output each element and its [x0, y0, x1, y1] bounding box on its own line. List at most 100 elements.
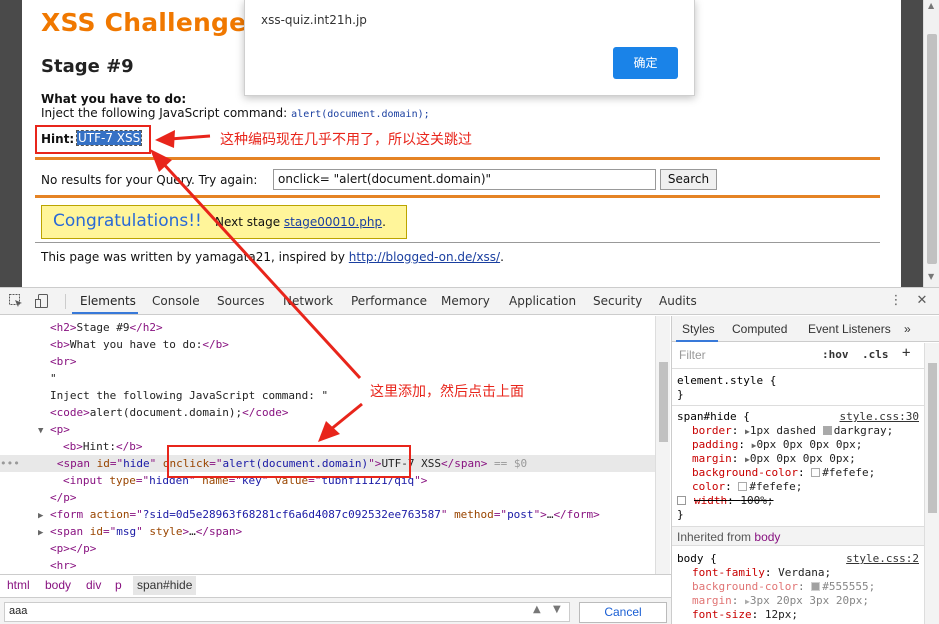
cls-toggle[interactable]: .cls	[862, 348, 889, 361]
css-prop-padding[interactable]: padding: ▶0px 0px 0px 0px;	[692, 438, 862, 452]
rule-span-hide[interactable]: span#hide {style.css:30	[677, 410, 923, 424]
device-toolbar-icon[interactable]	[34, 293, 50, 309]
rule-body[interactable]: body {style.css:2	[677, 552, 923, 566]
color-swatch[interactable]	[811, 582, 821, 591]
divider	[35, 157, 880, 160]
active-tab-indicator	[72, 312, 138, 314]
tree-node-br[interactable]: <br>	[50, 353, 671, 370]
expand-arrow-icon[interactable]: ▶	[38, 511, 43, 521]
tab-performance[interactable]: Performance	[351, 294, 427, 308]
breadcrumb-html[interactable]: html	[7, 578, 30, 592]
find-cancel-button[interactable]: Cancel	[579, 602, 667, 623]
tree-node-text[interactable]: "	[50, 370, 671, 387]
inherited-from-body[interactable]: body	[754, 530, 780, 544]
tree-node-hr[interactable]: <hr>	[50, 557, 671, 574]
css-prop-margin[interactable]: margin: ▶3px 20px 3px 20px;	[692, 594, 869, 608]
tab-sources[interactable]: Sources	[217, 294, 264, 308]
tree-node-p-close[interactable]: </p>	[50, 489, 671, 506]
scroll-up-icon[interactable]: ▲	[928, 2, 934, 10]
css-prop-color[interactable]: color: #fefefe;	[692, 480, 802, 494]
footer-link[interactable]: http://blogged-on.de/xss/	[349, 250, 500, 264]
rule-source-link[interactable]: style.css:30	[840, 410, 919, 424]
styles-pane: Styles Computed Event Listeners » Filter…	[671, 316, 939, 624]
tab-elements[interactable]: Elements	[80, 294, 136, 308]
scrollbar-thumb[interactable]	[659, 362, 668, 442]
rule-close: }	[677, 508, 684, 521]
tree-node-code[interactable]: <code>alert(document.domain);</code>	[50, 404, 671, 421]
tab-memory[interactable]: Memory	[441, 294, 490, 308]
page-scrollbar[interactable]: ▲ ▼	[923, 0, 939, 287]
congrats-box: Congratulations!! Next stage stage00010.…	[41, 205, 407, 239]
add-rule-icon[interactable]: +	[902, 345, 910, 361]
styles-filter-input[interactable]: Filter	[676, 347, 811, 365]
breadcrumb-div[interactable]: div	[86, 578, 101, 592]
inherited-header: Inherited from body	[672, 526, 939, 546]
scroll-down-icon[interactable]: ▼	[928, 273, 934, 281]
collapse-arrow-icon[interactable]: ▼	[38, 426, 43, 436]
rule-source-link[interactable]: style.css:2	[846, 552, 919, 566]
annotation-hint-note: 这种编码现在几乎不用了，所以这关跳过	[220, 132, 472, 148]
devtools-tabbar: Elements Console Sources Network Perform…	[0, 288, 939, 315]
css-prop-background-color[interactable]: background-color: #fefefe;	[692, 466, 875, 480]
next-stage-link[interactable]: stage00010.php	[284, 215, 382, 229]
hint-value: UTF-7 XSS	[75, 130, 143, 146]
tab-styles[interactable]: Styles	[682, 322, 715, 336]
tree-node-b[interactable]: <b>What you have to do:</b>	[50, 336, 671, 353]
inspect-icon[interactable]	[8, 293, 24, 309]
alert-ok-button[interactable]: 确定	[613, 47, 678, 79]
css-prop-width[interactable]: width: 100%;	[677, 494, 774, 508]
tab-audits[interactable]: Audits	[659, 294, 697, 308]
tab-console[interactable]: Console	[152, 294, 200, 308]
styles-scrollbar[interactable]	[924, 343, 939, 624]
search-button[interactable]: Search	[660, 169, 717, 190]
active-tab-indicator	[676, 340, 718, 342]
element-style-rule[interactable]: element.style {	[677, 374, 776, 388]
tree-node-h2[interactable]: <h2>Stage #9</h2>	[50, 319, 671, 336]
tab-application[interactable]: Application	[509, 294, 576, 308]
find-down-icon[interactable]: ▼	[553, 604, 561, 615]
find-up-icon[interactable]: ▲	[533, 604, 541, 615]
tab-security[interactable]: Security	[593, 294, 642, 308]
tab-event-listeners[interactable]: Event Listeners	[808, 322, 891, 336]
css-prop-border[interactable]: border: ▶1px dashed darkgray;	[692, 424, 893, 438]
next-stage-text: Next stage stage00010.php.	[215, 215, 386, 229]
scrollbar-thumb[interactable]	[927, 34, 937, 264]
more-tabs-icon[interactable]: »	[904, 322, 911, 336]
close-icon[interactable]: ✕	[914, 293, 930, 309]
tree-node-span-msg[interactable]: ▶ <span id="msg" style>…</span>	[38, 523, 671, 540]
more-options-icon[interactable]: ⋮	[888, 293, 904, 309]
expand-arrow-icon[interactable]: ▶	[38, 528, 43, 538]
tree-node-p[interactable]: ▼ <p>	[38, 421, 671, 438]
stage-heading: Stage #9	[41, 56, 134, 77]
elements-scrollbar[interactable]	[655, 316, 670, 574]
rule-close: }	[677, 388, 684, 401]
css-prop-background-color[interactable]: background-color: #555555;	[692, 580, 875, 594]
breadcrumb-body[interactable]: body	[45, 578, 71, 592]
property-checkbox[interactable]	[677, 496, 686, 505]
color-swatch[interactable]	[738, 482, 748, 491]
tree-node-text[interactable]: Inject the following JavaScript command:…	[50, 387, 671, 404]
css-prop-font-family[interactable]: font-family: Verdana;	[692, 566, 831, 580]
styles-tabbar: Styles Computed Event Listeners »	[672, 316, 939, 342]
tab-network[interactable]: Network	[283, 294, 333, 308]
page-margin-left	[0, 0, 22, 287]
css-prop-margin[interactable]: margin: ▶0px 0px 0px 0px;	[692, 452, 856, 466]
annotation-box-onclick	[167, 445, 411, 478]
divider	[672, 405, 939, 406]
breadcrumb-p[interactable]: p	[115, 578, 122, 592]
styles-filter-row: Filter :hov .cls +	[672, 343, 939, 369]
tree-node-p-empty[interactable]: <p></p>	[50, 540, 671, 557]
query-input[interactable]: onclick= "alert(document.domain)"	[273, 169, 656, 190]
footer-text: This page was written by yamagata21, ins…	[41, 250, 504, 264]
css-prop-font-size[interactable]: font-size: 12px;	[692, 608, 798, 622]
find-input[interactable]: aaa	[4, 602, 570, 622]
tabbar-separator	[65, 294, 66, 309]
color-swatch[interactable]	[822, 426, 832, 435]
tree-node-form[interactable]: ▶ <form action="?sid=0d5e28963f68281cf6a…	[38, 506, 671, 523]
tab-computed[interactable]: Computed	[732, 322, 787, 336]
breadcrumb-span-hide[interactable]: span#hide	[133, 576, 197, 595]
hov-toggle[interactable]: :hov	[822, 348, 849, 361]
color-swatch[interactable]	[811, 468, 821, 477]
find-bar: aaa ▲ ▼ Cancel	[0, 597, 671, 624]
scrollbar-thumb[interactable]	[928, 363, 937, 513]
